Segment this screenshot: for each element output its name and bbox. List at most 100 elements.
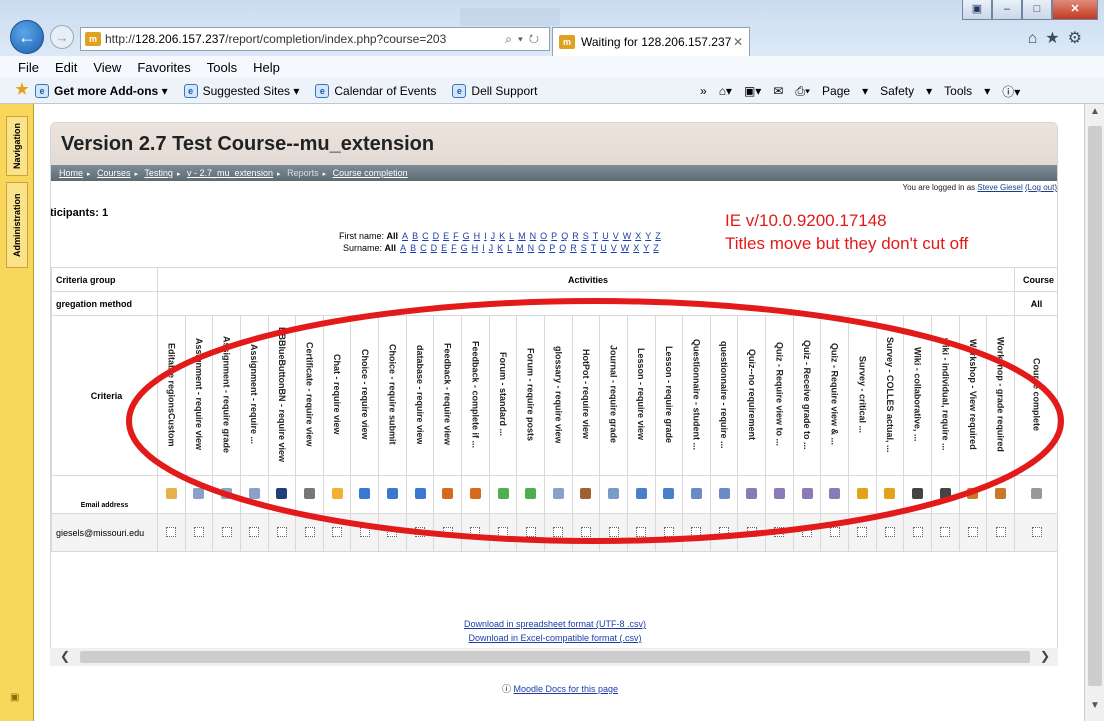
horizontal-scrollbar[interactable]: ❮ ❯ [50,648,1058,666]
filter-letter[interactable]: N [528,243,535,253]
completion-checkbox[interactable] [442,526,453,537]
filter-letter[interactable]: G [463,231,470,241]
filter-letter[interactable]: D [431,243,438,253]
menu-file[interactable]: File [18,60,39,75]
completion-checkbox[interactable] [829,526,840,537]
filter-letter[interactable]: Z [653,243,659,253]
filter-letter[interactable]: Q [559,243,566,253]
filter-letter[interactable]: H [474,231,481,241]
filter-letter[interactable]: C [422,231,429,241]
filter-letter[interactable]: O [540,231,547,241]
help-icon[interactable]: ⓘ▾ [1002,83,1020,100]
menu-safety[interactable]: Safety ▾ [880,84,932,98]
completion-checkbox[interactable] [498,526,508,537]
filter-letter[interactable]: R [570,243,577,253]
chevron-more-icon[interactable]: » [700,84,707,98]
filter-letter[interactable]: F [453,231,459,241]
completion-checkbox[interactable] [470,526,481,537]
filter-letter[interactable]: W [623,231,632,241]
tab-close-icon[interactable]: ✕ [733,28,743,56]
filter-letter[interactable]: C [420,243,427,253]
completion-checkbox[interactable] [774,526,785,537]
filter-letter[interactable]: N [530,231,537,241]
minimize-button[interactable]: – [992,0,1022,20]
filter-letter[interactable]: J [489,243,494,253]
filter-letter[interactable]: T [591,243,597,253]
restore-button[interactable]: ▣ [962,0,992,20]
scroll-thumb[interactable] [80,651,1030,663]
filter-letter[interactable]: Y [643,243,649,253]
completion-checkbox[interactable] [636,526,647,537]
filter-letter[interactable]: U [602,231,609,241]
sidebar-tab-administration[interactable]: Administration [6,182,28,268]
filter-letter[interactable]: T [593,231,599,241]
filter-letter[interactable]: P [551,231,557,241]
back-button[interactable]: ← [10,20,44,54]
print-icon[interactable]: ⎙▾ [795,84,810,99]
filter-letter[interactable]: L [509,231,514,241]
completion-checkbox[interactable] [166,526,177,537]
favorite-suggested[interactable]: e Suggested Sites ▾ [183,83,299,98]
completion-checkbox[interactable] [276,526,287,537]
menu-tools[interactable]: Tools [207,60,237,75]
completion-checkbox[interactable] [193,526,204,537]
completion-checkbox[interactable] [525,526,536,537]
filter-letter[interactable]: L [507,243,512,253]
download-excel-link[interactable]: Download in Excel-compatible format (.cs… [468,633,641,643]
completion-checkbox[interactable] [332,526,343,537]
completion-checkbox[interactable] [967,526,978,537]
home-favorites-settings-icons[interactable]: ⌂★⚙ [1028,28,1090,48]
maximize-button[interactable]: □ [1022,0,1052,20]
completion-checkbox[interactable] [746,526,757,537]
breadcrumb-testing[interactable]: Testing [144,168,173,178]
completion-checkbox[interactable] [359,526,370,537]
forward-button[interactable]: → [50,25,74,49]
completion-checkbox[interactable] [995,526,1006,537]
menu-page[interactable]: Page ▾ [822,84,868,98]
user-link[interactable]: Steve Giesel [977,183,1022,192]
completion-checkbox[interactable] [553,526,564,537]
filter-letter[interactable]: H [472,243,479,253]
favorite-dell[interactable]: e Dell Support [452,83,537,98]
filter-letter[interactable]: E [441,243,447,253]
filter-letter[interactable]: Z [655,231,661,241]
completion-checkbox[interactable] [663,526,674,537]
vscroll-thumb[interactable] [1088,126,1102,686]
home-icon[interactable]: ⌂▾ [719,84,732,98]
completion-checkbox[interactable] [940,526,951,537]
completion-checkbox[interactable] [608,526,619,537]
filter-letter[interactable]: X [635,231,641,241]
completion-checkbox[interactable] [691,526,702,537]
rss-icon[interactable]: ▣▾ [744,84,761,98]
download-utf8-link[interactable]: Download in spreadsheet format (UTF-8 .c… [464,619,646,629]
filter-letter[interactable]: S [581,243,587,253]
breadcrumb-course[interactable]: v - 2.7_mu_extension [187,168,273,178]
completion-checkbox[interactable] [802,526,813,537]
completion-checkbox[interactable] [912,526,923,537]
tab-active[interactable]: m Waiting for 128.206.157.237 ✕ [552,27,750,56]
address-bar[interactable]: m http://128.206.157.237/report/completi… [80,27,550,51]
completion-checkbox[interactable] [1031,526,1042,537]
completion-checkbox[interactable] [304,526,315,537]
scroll-down-icon[interactable]: ▼ [1085,700,1104,711]
filter-letter[interactable]: J [491,231,496,241]
filter-letter[interactable]: M [518,231,526,241]
favorite-addons[interactable]: ★ e Get more Add-ons ▾ [14,82,168,98]
filter-letter[interactable]: S [583,231,589,241]
filter-letter[interactable]: D [433,231,440,241]
filter-letter[interactable]: G [461,243,468,253]
filter-letter[interactable]: B [410,243,416,253]
filter-all[interactable]: All [387,231,399,241]
filter-letter[interactable]: A [400,243,406,253]
menu-edit[interactable]: Edit [55,60,77,75]
menu-tools-cmd[interactable]: Tools ▾ [944,84,990,98]
filter-letter[interactable]: O [538,243,545,253]
filter-letter[interactable]: V [613,231,619,241]
filter-letter[interactable]: K [499,231,505,241]
filter-letter[interactable]: Y [645,231,651,241]
filter-letter[interactable]: K [497,243,503,253]
filter-letter[interactable]: U [600,243,607,253]
breadcrumb-courses[interactable]: Courses [97,168,131,178]
breadcrumb-completion[interactable]: Course completion [333,168,408,178]
filter-letter[interactable]: I [484,231,487,241]
